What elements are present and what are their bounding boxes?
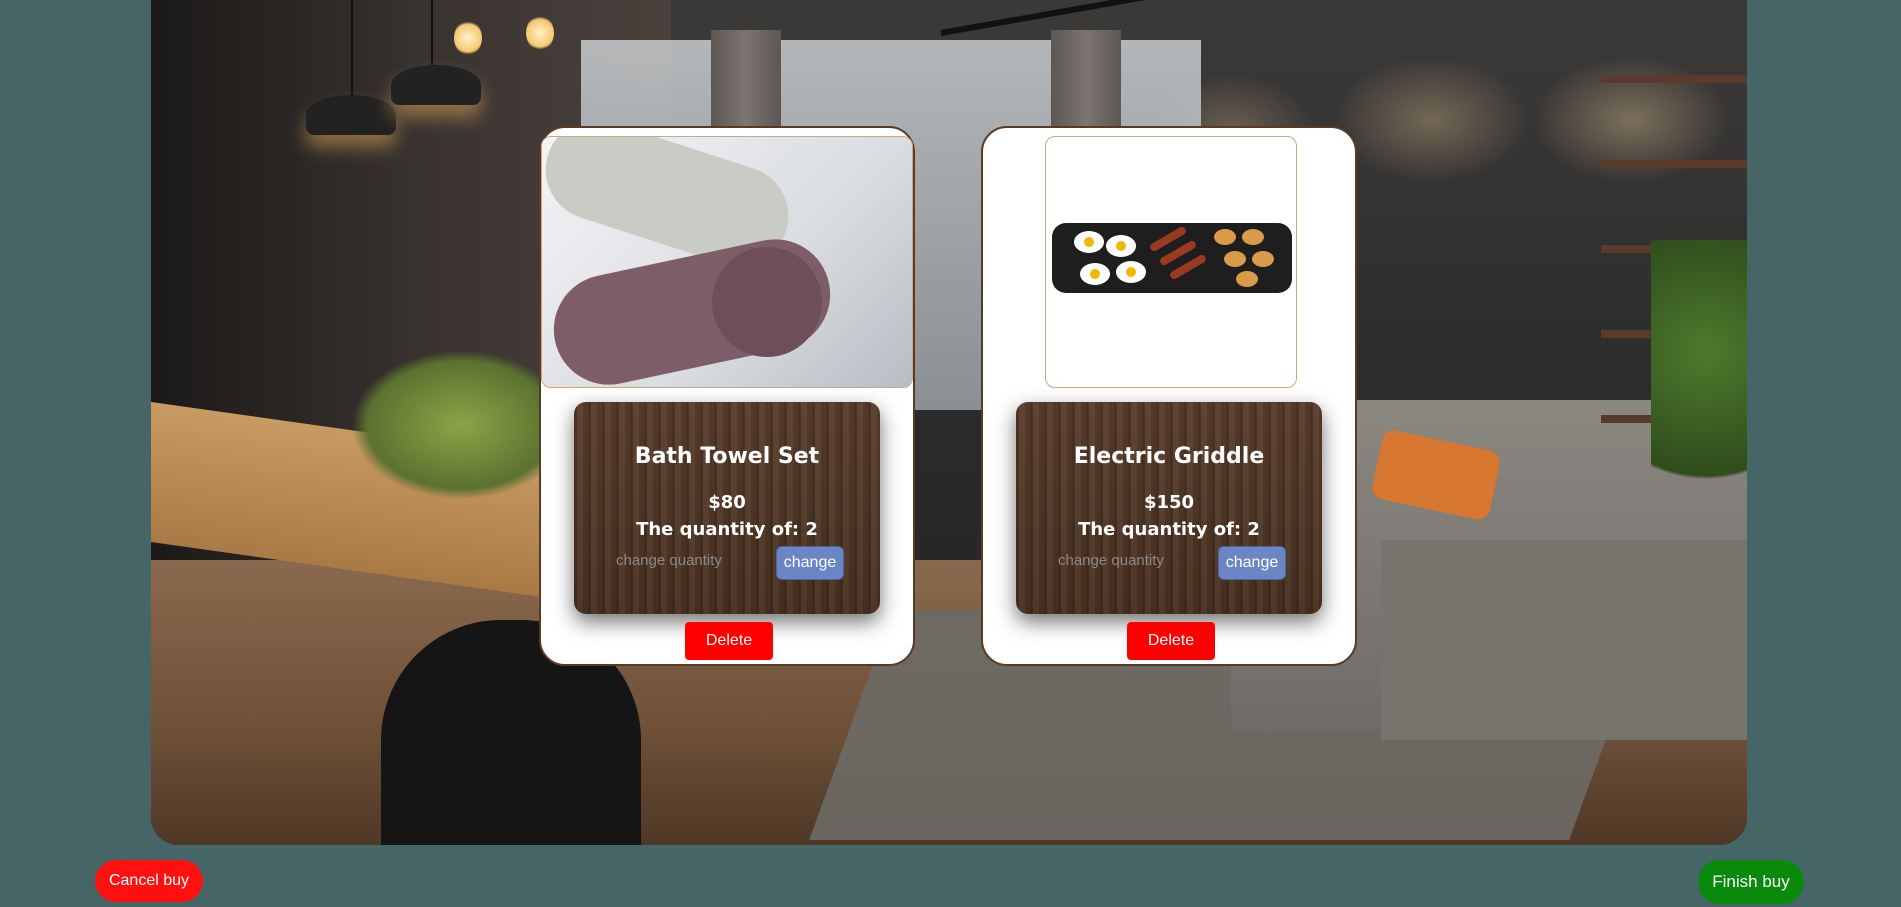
change-quantity-button[interactable]: change (1218, 546, 1286, 580)
product-image (1045, 136, 1297, 388)
delete-button[interactable]: Delete (1127, 622, 1215, 660)
cancel-buy-button[interactable]: Cancel buy (95, 860, 203, 902)
light-bulb (526, 15, 554, 51)
wall-shelf (1601, 75, 1747, 83)
pancake (1214, 229, 1236, 245)
product-quantity: The quantity of: 2 (636, 519, 818, 540)
table-plant (351, 350, 571, 500)
egg (1106, 235, 1136, 257)
pancake (1242, 229, 1264, 245)
product-title: Bath Towel Set (634, 444, 820, 469)
purple-towel-roll (712, 247, 822, 357)
product-image (541, 136, 913, 388)
lamp-wire (351, 0, 353, 100)
pancake (1236, 271, 1258, 287)
light-bulb (454, 20, 482, 56)
corner-plant (1651, 240, 1747, 520)
egg (1080, 263, 1110, 285)
egg (1116, 261, 1146, 283)
lamp-wire (431, 0, 433, 70)
product-info-panel: Electric Griddle $150 The quantity of: 2… (1016, 402, 1322, 614)
product-info-panel: Bath Towel Set $80 The quantity of: 2 ch… (574, 402, 880, 614)
product-title: Electric Griddle (1073, 444, 1265, 469)
cart-item-card: Electric Griddle $150 The quantity of: 2… (981, 126, 1357, 666)
pancake (1252, 251, 1274, 267)
finish-buy-button[interactable]: Finish buy (1698, 860, 1804, 904)
change-quantity-input[interactable] (1054, 546, 1202, 574)
pendant-lamp (306, 95, 396, 135)
egg (1074, 231, 1104, 253)
pendant-lamp (391, 65, 481, 105)
background-room-image (151, 0, 1747, 845)
product-quantity: The quantity of: 2 (1078, 519, 1260, 540)
delete-button[interactable]: Delete (685, 622, 773, 660)
sofa-seat (1381, 540, 1747, 740)
change-quantity-button[interactable]: change (776, 546, 844, 580)
product-price: $150 (1143, 492, 1195, 513)
product-price: $80 (708, 492, 746, 513)
change-quantity-input[interactable] (612, 546, 760, 574)
pancake (1224, 251, 1246, 267)
cart-item-card: Bath Towel Set $80 The quantity of: 2 ch… (539, 126, 915, 666)
track-light (940, 0, 1405, 36)
